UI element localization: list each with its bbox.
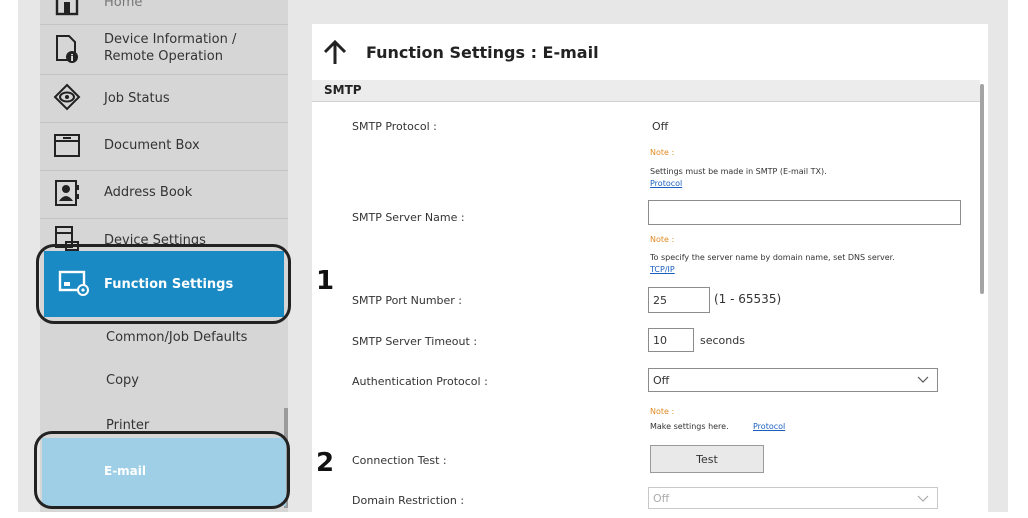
home-icon: [52, 0, 82, 18]
step-number-2: 2: [316, 448, 335, 478]
section-title: SMTP: [324, 83, 362, 97]
smtp-protocol-label: SMTP Protocol :: [352, 120, 437, 133]
smtp-server-timeout-label: SMTP Server Timeout :: [352, 335, 478, 348]
smtp-port-number-label: SMTP Port Number :: [352, 294, 463, 307]
protocol-link[interactable]: Protocol: [753, 422, 785, 431]
sidebar-item-home[interactable]: Home: [40, 0, 288, 18]
page-header: Function Settings : E-mail: [312, 24, 988, 80]
note-title: Note :: [650, 407, 675, 416]
smtp-server-name-input[interactable]: [648, 200, 961, 225]
smtp-protocol-value: Off: [652, 120, 669, 133]
authentication-protocol-select[interactable]: Off: [648, 368, 938, 392]
note-title: Note :: [650, 148, 675, 157]
main-content: Function Settings : E-mail SMTP SMTP Pro…: [312, 24, 988, 512]
sidebar-item-label: Device Information /: [104, 32, 237, 47]
sidebar-item-label: Document Box: [104, 138, 200, 153]
step-number-1: 1: [316, 266, 335, 296]
arrow-up-icon[interactable]: [322, 38, 348, 66]
tcpip-link[interactable]: TCP/IP: [650, 265, 675, 274]
address-book-icon: [52, 178, 82, 208]
sidebar-divider: [40, 74, 288, 75]
sidebar-item-label-line2: Remote Operation: [104, 49, 223, 64]
smtp-port-number-input[interactable]: [648, 287, 710, 313]
page-title: Function Settings : E-mail: [366, 43, 599, 62]
timeout-unit-text: seconds: [700, 334, 745, 347]
sidebar-item-common-job-defaults[interactable]: Common/Job Defaults: [40, 318, 288, 358]
sidebar-item-job-status[interactable]: Job Status: [40, 76, 288, 120]
sidebar-item-copy[interactable]: Copy: [40, 360, 288, 400]
port-range-text: (1 - 65535): [714, 292, 782, 306]
section-header-smtp: SMTP: [312, 80, 980, 102]
smtp-server-timeout-input[interactable]: [648, 328, 694, 352]
note-text: Settings must be made in SMTP (E-mail TX…: [650, 167, 827, 176]
callout-ring-function-settings: [36, 244, 291, 324]
sidebar-item-label: Job Status: [104, 91, 170, 106]
smtp-server-name-label: SMTP Server Name :: [352, 211, 465, 224]
connection-test-label: Connection Test :: [352, 454, 447, 467]
note-title: Note :: [650, 235, 675, 244]
sidebar-divider: [40, 218, 288, 219]
sidebar-divider: [40, 122, 288, 123]
note-text: To specify the server name by domain nam…: [650, 253, 895, 262]
sidebar-item-address-book[interactable]: Address Book: [40, 172, 288, 216]
select-value: Off: [653, 491, 670, 505]
sidebar-item-label: Home: [104, 0, 143, 10]
sidebar-divider: [40, 24, 288, 25]
sidebar-item-label: Copy: [106, 373, 139, 388]
sidebar-item-printer[interactable]: Printer: [40, 406, 288, 434]
domain-restriction-label: Domain Restriction :: [352, 494, 465, 507]
test-button[interactable]: Test: [650, 445, 764, 473]
sidebar-item-document-box[interactable]: Document Box: [40, 124, 288, 168]
chevron-down-icon: [917, 493, 929, 502]
note-text: Make settings here.: [650, 422, 729, 431]
sidebar-item-label: Address Book: [104, 185, 193, 200]
domain-restriction-select[interactable]: Off: [648, 487, 938, 509]
protocol-link[interactable]: Protocol: [650, 179, 682, 188]
chevron-down-icon: [917, 374, 929, 383]
sidebar-item-device-information[interactable]: i Device Information / Remote Operation: [40, 26, 288, 72]
select-value: Off: [653, 373, 670, 387]
sidebar-divider: [40, 170, 288, 171]
screenshot-frame: Home i Device Information / Remote Opera…: [0, 0, 1028, 518]
device-info-icon: i: [52, 34, 82, 64]
job-status-icon: [52, 82, 82, 112]
sidebar-item-label: Common/Job Defaults: [106, 330, 248, 345]
authentication-protocol-label: Authentication Protocol :: [352, 375, 488, 388]
content-scrollbar[interactable]: [980, 84, 984, 294]
svg-text:i: i: [70, 54, 73, 64]
document-box-icon: [52, 130, 82, 160]
callout-ring-email: [34, 431, 290, 509]
